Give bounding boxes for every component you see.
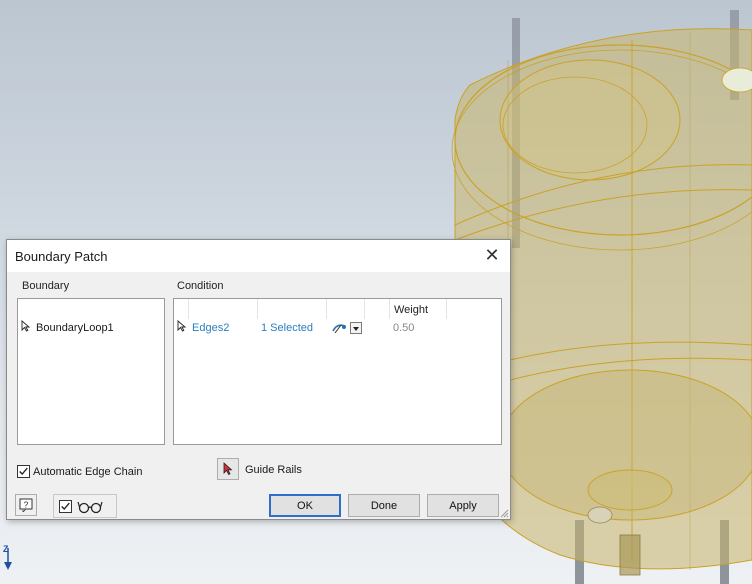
close-icon[interactable]: ✕ (482, 246, 502, 266)
condition-table[interactable]: Weight Edges2 1 Selected 0.50 (173, 298, 502, 445)
apply-button[interactable]: Apply (427, 494, 499, 517)
boundary-patch-dialog: Boundary Patch ✕ Boundary Condition Boun… (6, 239, 511, 520)
checkmark-icon (19, 467, 28, 476)
help-icon: ? (19, 498, 33, 512)
automatic-edge-chain-label: Automatic Edge Chain (33, 466, 143, 478)
resize-grip-icon[interactable] (499, 508, 509, 518)
done-button[interactable]: Done (348, 494, 420, 517)
guide-rails-button[interactable] (217, 458, 239, 480)
tangent-condition-icon (332, 324, 346, 334)
chevron-down-icon[interactable] (350, 322, 362, 334)
select-arrow-icon (21, 320, 31, 332)
axis-z-label: Z (3, 544, 9, 554)
preview-toggle-group (53, 494, 117, 518)
select-arrow-icon (177, 320, 187, 332)
automatic-edge-chain-checkbox[interactable] (17, 465, 30, 478)
condition-section-label: Condition (177, 280, 224, 292)
condition-selection-cell[interactable]: 1 Selected (261, 322, 313, 334)
guide-rails-label: Guide Rails (245, 464, 302, 476)
condition-weight-cell[interactable]: 0.50 (393, 322, 414, 334)
boundary-section-label: Boundary (22, 280, 70, 292)
checkmark-icon (61, 502, 70, 511)
condition-type-dropdown[interactable] (331, 321, 364, 335)
weight-column-header: Weight (394, 304, 429, 316)
svg-text:?: ? (24, 501, 29, 510)
glasses-preview-icon (77, 501, 103, 514)
dialog-titlebar[interactable]: Boundary Patch ✕ (7, 240, 510, 272)
boundary-loop-item[interactable]: BoundaryLoop1 (36, 322, 114, 334)
help-button[interactable]: ? (15, 494, 37, 516)
preview-checkbox[interactable] (59, 500, 72, 513)
ok-button[interactable]: OK (269, 494, 341, 517)
boundary-list[interactable]: BoundaryLoop1 (17, 298, 165, 445)
dialog-title: Boundary Patch (15, 249, 108, 264)
select-arrow-icon (223, 462, 233, 476)
condition-edges-cell[interactable]: Edges2 (192, 322, 229, 334)
